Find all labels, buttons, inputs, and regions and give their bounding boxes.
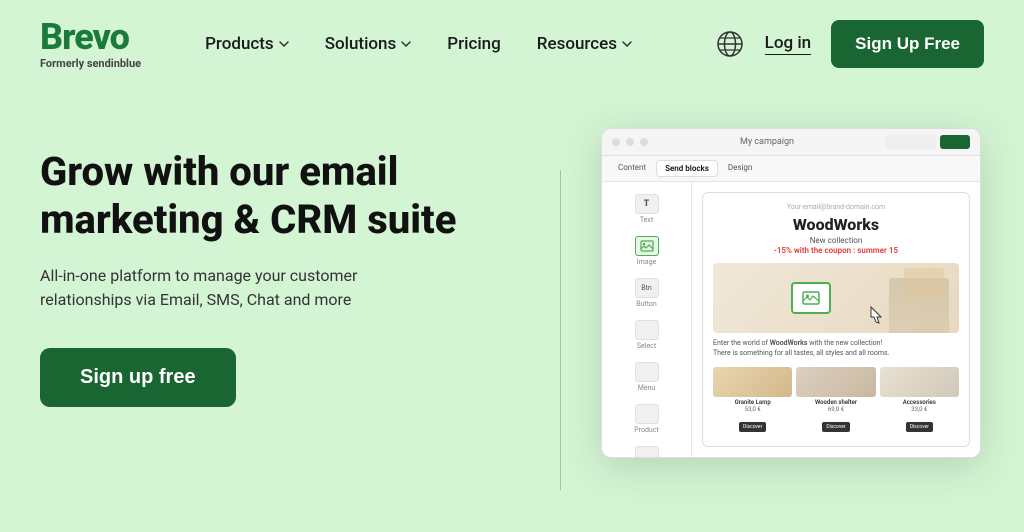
sidebar-item-product[interactable]: Product <box>606 400 687 438</box>
hero-subtitle: All-in-one platform to manage your custo… <box>40 264 440 312</box>
button-icon: Btn <box>635 278 659 298</box>
text-icon: T <box>635 194 659 214</box>
hero-right: My campaign Content Send blocks Design T <box>601 128 981 458</box>
product-2: Wooden shelter 69,0 € Discover <box>796 367 875 432</box>
sidebar-item-button[interactable]: Btn Button <box>606 274 687 312</box>
sidebar-label: Image <box>637 258 657 266</box>
globe-icon[interactable] <box>715 29 745 59</box>
chevron-down-icon <box>622 41 632 47</box>
email-preview: Your-email@brand-domain.com WoodWorks Ne… <box>702 192 970 447</box>
mockup-body: T Text Image <box>602 182 980 457</box>
email-body-text: Enter the world of WoodWorks with the ne… <box>713 339 959 359</box>
signup-button[interactable]: Sign Up Free <box>831 20 984 68</box>
product-mockup: My campaign Content Send blocks Design T <box>601 128 981 458</box>
sidebar-label: Text <box>640 216 653 224</box>
image-icon <box>635 236 659 256</box>
product-price: 33,0 € <box>880 406 959 413</box>
email-hero-image <box>713 263 959 333</box>
image-icon-svg <box>640 240 654 252</box>
product-image <box>796 367 875 397</box>
product-btn[interactable]: Discover <box>822 422 849 432</box>
product-btn[interactable]: Discover <box>739 422 766 432</box>
nav-solutions[interactable]: Solutions <box>309 26 428 62</box>
brand-name: Brevo <box>40 19 141 55</box>
nav-pricing[interactable]: Pricing <box>431 26 517 62</box>
product-3: Accessories 33,0 € Discover <box>880 367 959 432</box>
section-divider <box>560 170 561 490</box>
email-products: Granite Lamp 53,0 € Discover Wooden shel… <box>713 367 959 432</box>
email-brand: WoodWorks <box>713 215 959 234</box>
sidebar-label: Product <box>634 426 658 434</box>
hero-left: Grow with our emailmarketing & CRM suite… <box>40 128 520 407</box>
email-header: WoodWorks New collection -15% with the c… <box>713 215 959 255</box>
email-discount: -15% with the coupon : summer 15 <box>713 246 959 255</box>
product-icon <box>635 404 659 424</box>
hero-cta-button[interactable]: Sign up free <box>40 348 236 407</box>
mockup-tabs: Content Send blocks Design <box>602 156 980 182</box>
email-domain: Your-email@brand-domain.com <box>713 203 959 211</box>
sidebar-label: Button <box>636 300 657 308</box>
nav-right: Log in Sign Up Free <box>715 20 984 68</box>
nav-resources[interactable]: Resources <box>521 26 648 62</box>
email-image-bg <box>713 263 959 333</box>
image-select-overlay[interactable] <box>791 282 831 314</box>
menu-icon <box>635 362 659 382</box>
product-image <box>880 367 959 397</box>
window-control <box>640 138 648 146</box>
sidebar-item-navigation[interactable]: Navigation <box>606 442 687 458</box>
navigation-icon <box>635 446 659 458</box>
product-name: Accessories <box>880 399 959 406</box>
tab-design[interactable]: Design <box>720 160 760 177</box>
product-name: Wooden shelter <box>796 399 875 406</box>
login-link[interactable]: Log in <box>765 33 811 55</box>
nav-links: Products Solutions Pricing Resources <box>189 26 715 62</box>
chevron-down-icon <box>279 41 289 47</box>
email-tagline: New collection <box>713 236 959 246</box>
sidebar-label: Menu <box>638 384 656 392</box>
select-icon <box>635 320 659 340</box>
product-price: 69,0 € <box>796 406 875 413</box>
sidebar-item-text[interactable]: T Text <box>606 190 687 228</box>
sidebar-item-image[interactable]: Image <box>606 232 687 270</box>
mockup-sidebar: T Text Image <box>602 182 692 457</box>
hero-title: Grow with our emailmarketing & CRM suite <box>40 148 520 244</box>
product-name: Granite Lamp <box>713 399 792 406</box>
hero-section: Grow with our emailmarketing & CRM suite… <box>0 88 1024 532</box>
product-1: Granite Lamp 53,0 € Discover <box>713 367 792 432</box>
brand-formerly-name: sendinblue <box>87 57 141 70</box>
product-price: 53,0 € <box>713 406 792 413</box>
window-control <box>626 138 634 146</box>
window-control <box>612 138 620 146</box>
brand-formerly: Formerly sendinblue <box>40 57 141 70</box>
sidebar-label: Select <box>637 342 656 350</box>
chevron-down-icon <box>401 41 411 47</box>
sidebar-item-menu[interactable]: Menu <box>606 358 687 396</box>
navbar: Brevo Formerly sendinblue Products Solut… <box>0 0 1024 88</box>
cursor-icon <box>869 305 885 325</box>
logo: Brevo Formerly sendinblue <box>40 19 141 70</box>
nav-products[interactable]: Products <box>189 26 305 62</box>
image-select-icon <box>802 291 820 305</box>
mockup-topbar: My campaign <box>602 129 980 156</box>
mockup-content: Your-email@brand-domain.com WoodWorks Ne… <box>692 182 980 457</box>
tab-content[interactable]: Content <box>610 160 654 177</box>
sidebar-item-select[interactable]: Select <box>606 316 687 354</box>
product-btn[interactable]: Discover <box>906 422 933 432</box>
product-image <box>713 367 792 397</box>
tab-send-blocks[interactable]: Send blocks <box>656 160 718 177</box>
mockup-window-title: My campaign <box>654 137 880 147</box>
